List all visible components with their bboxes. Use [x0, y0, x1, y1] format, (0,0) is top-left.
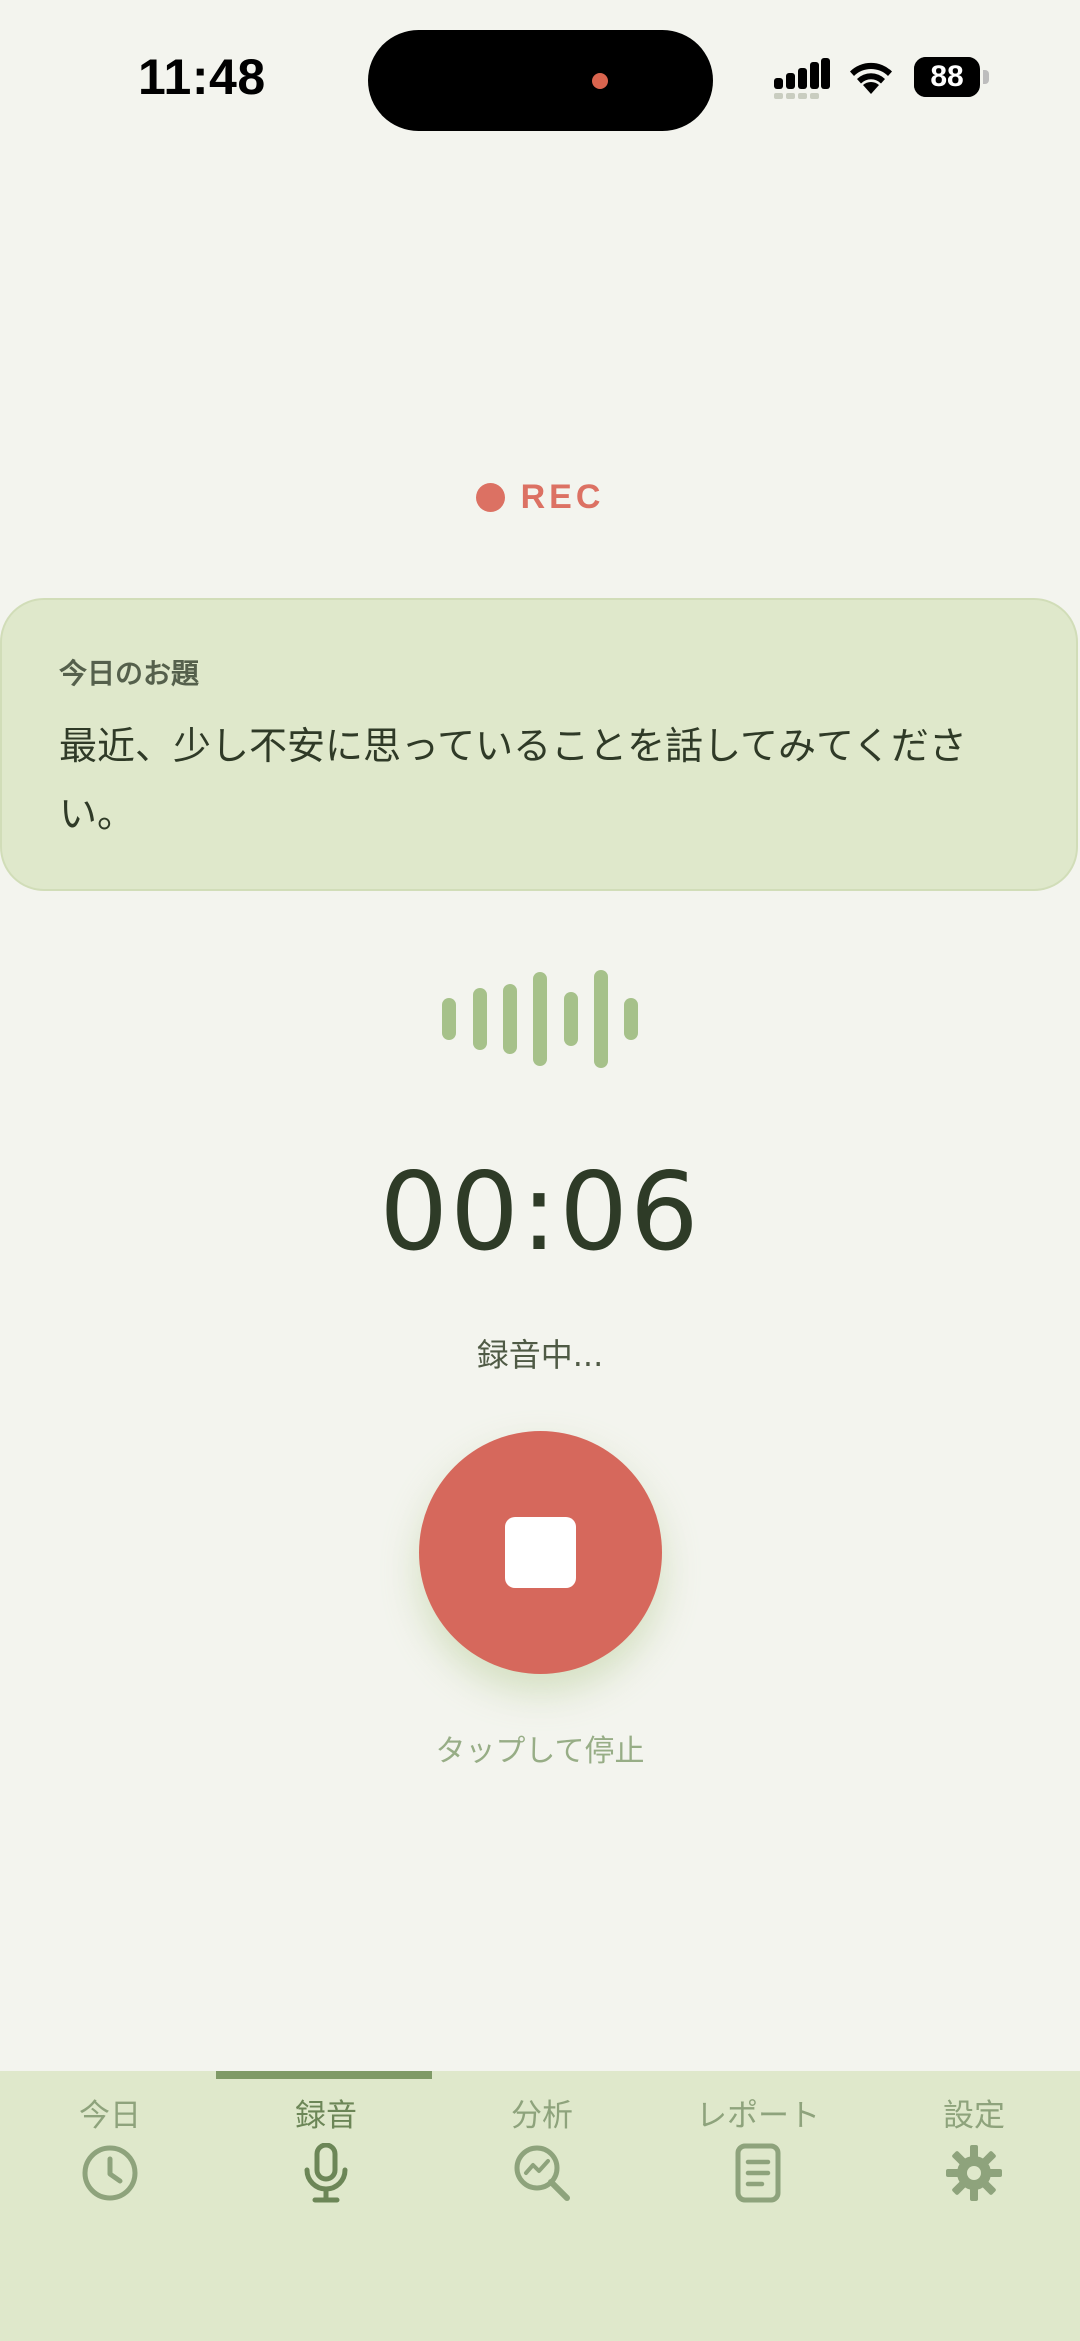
prompt-card: 今日のお題 最近、少し不安に思っていることを話してみてください。: [0, 598, 1078, 891]
waveform-bar: [594, 970, 608, 1068]
status-time: 11:48: [138, 49, 266, 105]
tab-label: レポート: [696, 2098, 820, 2134]
analysis-search-icon: [514, 2145, 570, 2201]
recording-indicator-dot: [592, 73, 608, 89]
tab-today[interactable]: 今日: [2, 2071, 218, 2221]
tab-analysis[interactable]: 分析: [434, 2071, 650, 2221]
waveform-bar: [533, 972, 547, 1066]
recording-status-text: 録音中...: [476, 1336, 604, 1374]
battery-percentage: 88: [930, 60, 964, 93]
waveform-bar: [503, 984, 517, 1054]
battery-tip: [983, 70, 989, 84]
audio-waveform: [0, 968, 1080, 1070]
status-bar: 11:48 88: [0, 0, 1080, 160]
document-icon: [735, 2143, 781, 2203]
waveform-bar: [564, 992, 578, 1046]
tab-bar: 今日 録音 分析 レポート 設定: [0, 2071, 1080, 2341]
prompt-text: 最近、少し不安に思っていることを話してみてください。: [59, 724, 967, 836]
waveform-bar: [442, 998, 456, 1040]
battery-body: 88: [914, 57, 980, 97]
waveform-bar: [624, 998, 638, 1040]
rec-indicator: REC: [0, 478, 1080, 528]
waveform-bar: [473, 988, 487, 1050]
tab-settings[interactable]: 設定: [866, 2071, 1080, 2221]
tab-label: 設定: [943, 2098, 1005, 2134]
stop-hint-text: タップして停止: [435, 1734, 645, 1769]
tab-record[interactable]: 録音: [218, 2071, 434, 2221]
tab-label: 分析: [511, 2098, 573, 2134]
battery-icon: 88: [914, 57, 990, 97]
stop-recording-button[interactable]: [419, 1431, 662, 1674]
dynamic-island: [368, 30, 713, 131]
rec-dot-icon: [475, 483, 505, 512]
tab-label: 今日: [79, 2098, 141, 2134]
microphone-icon: [304, 2143, 348, 2203]
rec-label: REC: [520, 478, 605, 516]
tab-report[interactable]: レポート: [650, 2071, 866, 2221]
clock-icon: [82, 2145, 138, 2201]
wifi-icon: [850, 62, 892, 94]
recording-timer: 00:06: [379, 1150, 701, 1275]
tab-label: 録音: [295, 2098, 357, 2134]
cellular-signal-icon: [774, 58, 830, 99]
prompt-heading: 今日のお題: [59, 657, 200, 690]
gear-icon: [946, 2145, 1002, 2201]
stop-icon: [505, 1517, 576, 1588]
